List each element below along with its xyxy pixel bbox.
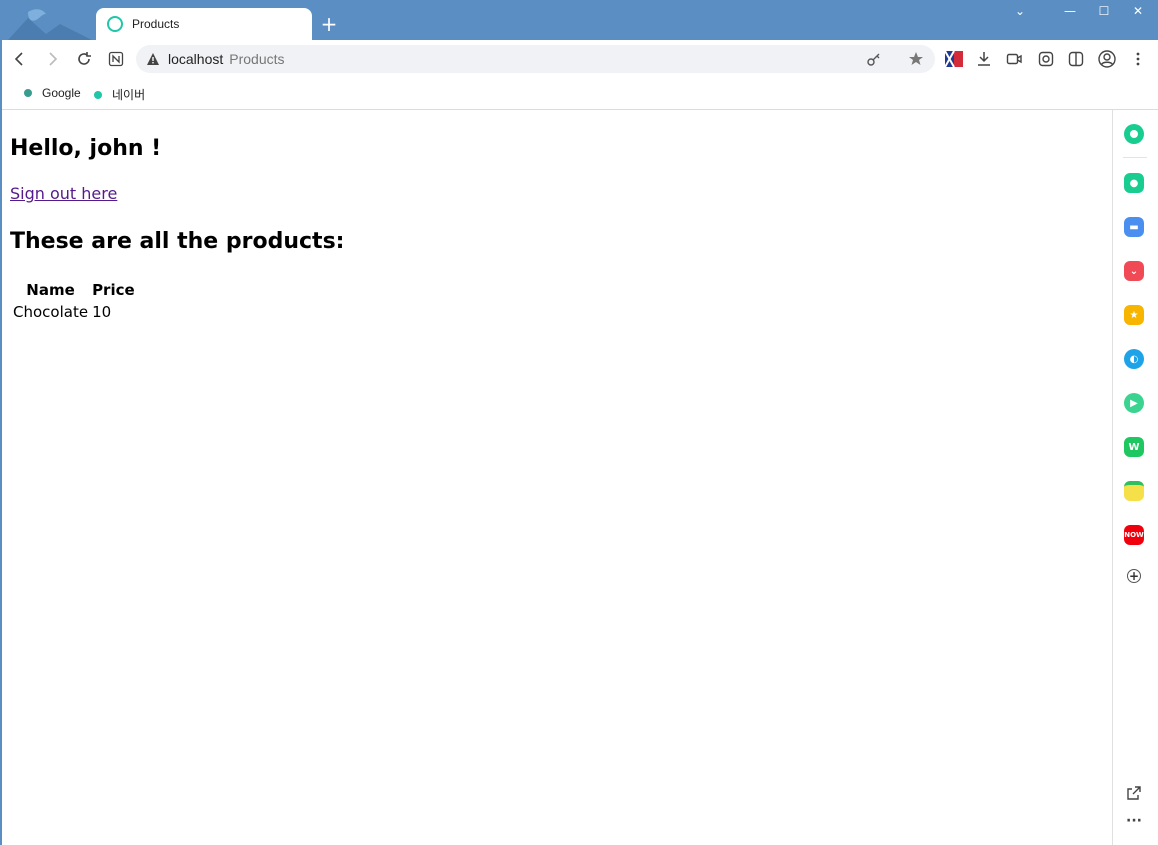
profile-icon[interactable] — [1097, 49, 1117, 69]
star-icon[interactable]: ★ — [1124, 305, 1144, 325]
back-icon[interactable] — [10, 49, 30, 69]
video-icon[interactable] — [1004, 49, 1024, 69]
bookmark-naver[interactable]: 네이버 — [94, 86, 145, 103]
browser-logo-icon — [8, 9, 92, 40]
bookmark-favicon-icon — [24, 89, 32, 97]
play-icon[interactable]: ▶ — [1124, 393, 1144, 413]
bookmark-label: Google — [42, 86, 81, 100]
new-tab-button[interactable]: + — [320, 12, 338, 36]
menu-icon[interactable] — [1128, 49, 1148, 69]
capture-icon[interactable] — [1036, 49, 1056, 69]
bookmarks-bar: Google 네이버 — [2, 78, 1158, 110]
webtoon-icon[interactable]: W — [1124, 437, 1144, 457]
open-external-icon[interactable] — [1124, 783, 1144, 803]
notion-icon[interactable] — [106, 49, 126, 69]
forward-icon[interactable] — [42, 49, 62, 69]
address-host: localhost — [168, 51, 224, 67]
bookmark-google[interactable]: Google — [24, 86, 81, 100]
product-price-cell: 10 — [92, 303, 112, 321]
tab-favicon-icon — [107, 16, 123, 32]
whale-sidebar: ● ▬ ⌄ ★ ◐ ▶ W NOW + ··· — [1112, 110, 1158, 845]
product-name-cell: Chocolate — [13, 303, 89, 321]
memo-icon[interactable] — [1124, 481, 1144, 501]
tab-search-icon[interactable]: ⌄ — [1008, 4, 1032, 22]
bookmark-favicon-icon — [94, 90, 102, 99]
papago-icon[interactable]: ◐ — [1124, 349, 1144, 369]
close-icon[interactable]: ✕ — [1126, 4, 1150, 22]
add-panel-icon[interactable]: + — [1127, 569, 1141, 583]
products-table: Name Price Chocolate 10 — [10, 278, 138, 324]
briefcase-icon[interactable]: ▬ — [1124, 217, 1144, 237]
page-content: Hello, john ! Sign out here These are al… — [2, 110, 1112, 845]
tab-title: Products — [132, 17, 180, 31]
language-flag-icon[interactable] — [944, 49, 964, 69]
address-bar[interactable]: localhost Products — [136, 45, 935, 73]
greeting-heading: Hello, john ! — [10, 136, 162, 161]
key-icon[interactable] — [866, 51, 882, 67]
title-bar: Products + ⌄ — ☐ ✕ — [0, 0, 1158, 40]
now-icon[interactable]: NOW — [1124, 525, 1144, 545]
toolbar: localhost Products — [2, 40, 1158, 78]
download-icon[interactable] — [974, 49, 994, 69]
column-header-price: Price — [92, 281, 135, 299]
favorites-icon[interactable] — [908, 51, 924, 67]
maximize-icon[interactable]: ☐ — [1092, 4, 1116, 22]
split-view-icon[interactable] — [1066, 49, 1086, 69]
notification-icon[interactable]: ● — [1124, 173, 1144, 193]
tab-products[interactable]: Products — [96, 8, 312, 40]
column-header-name: Name — [26, 281, 75, 299]
address-page-title: Products — [229, 51, 285, 67]
more-icon[interactable]: ··· — [1124, 811, 1144, 831]
whale-icon[interactable] — [1124, 124, 1144, 144]
products-heading: These are all the products: — [10, 229, 345, 254]
sidebar-divider — [1123, 157, 1147, 158]
pocket-icon[interactable]: ⌄ — [1124, 261, 1144, 281]
warning-icon[interactable] — [146, 52, 160, 66]
bookmark-label: 네이버 — [112, 88, 146, 102]
minimize-icon[interactable]: — — [1058, 4, 1082, 22]
table-row: Chocolate 10 — [12, 302, 136, 322]
reload-icon[interactable] — [74, 49, 94, 69]
table-header-row: Name Price — [12, 280, 136, 300]
sign-out-link[interactable]: Sign out here — [10, 184, 117, 203]
